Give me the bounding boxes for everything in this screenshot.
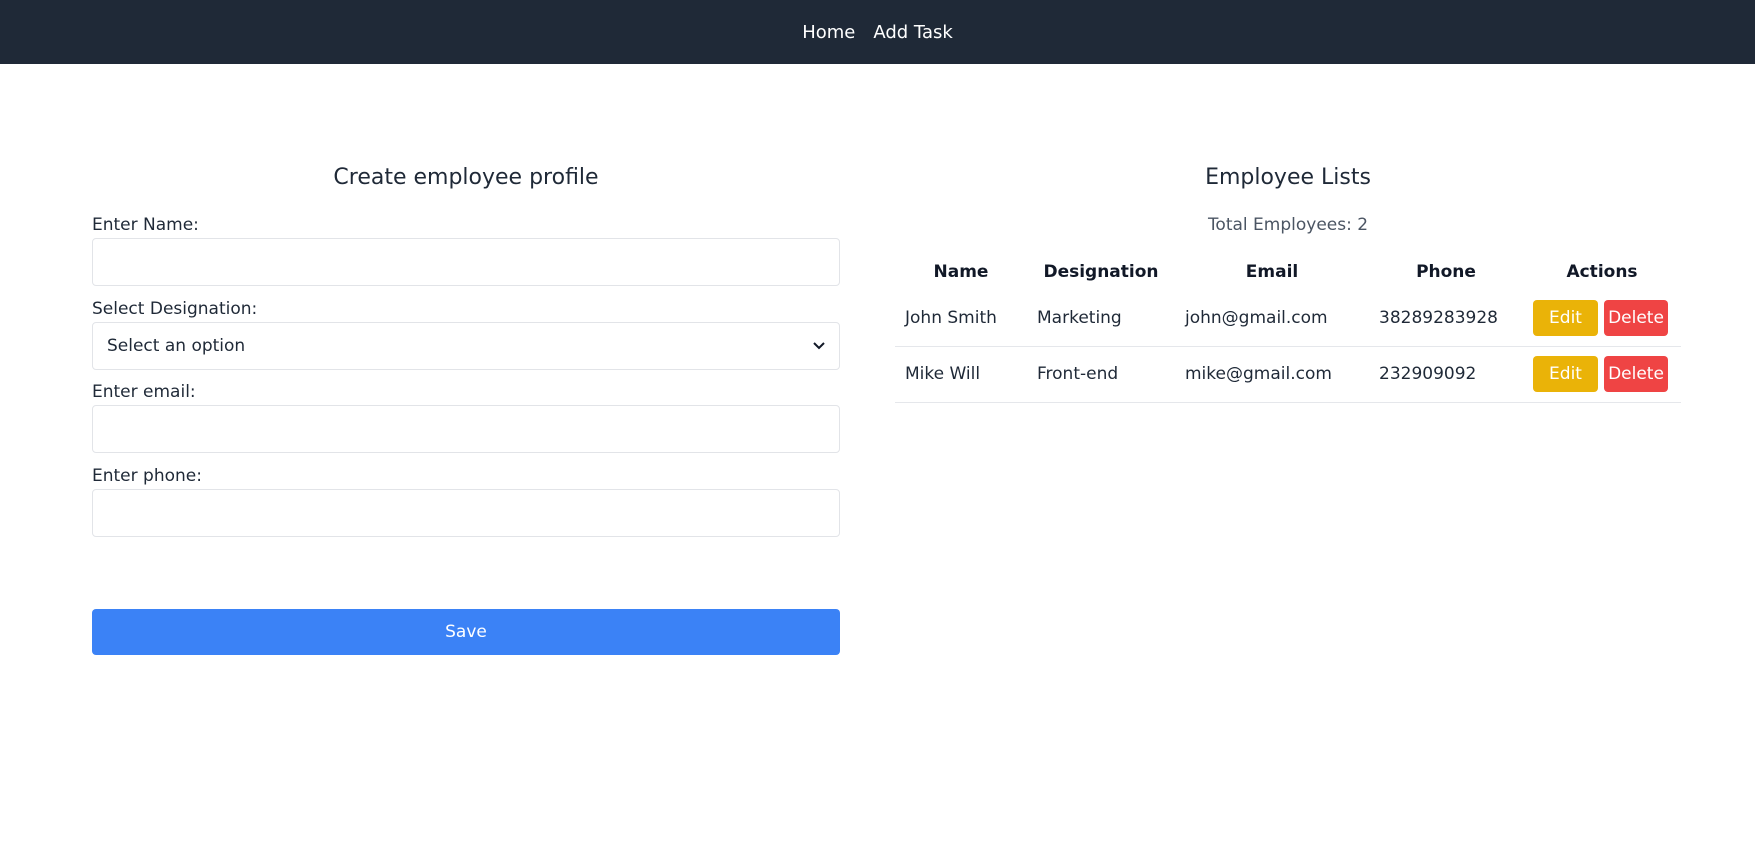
name-input[interactable] — [92, 238, 840, 286]
designation-select[interactable]: Select an option — [92, 322, 840, 370]
designation-selected-value: Select an option — [107, 336, 246, 356]
employee-list: Employee Lists Total Employees: 2 Name D… — [895, 160, 1681, 403]
form-title: Create employee profile — [333, 165, 599, 190]
designation-field-group: Select Designation: Select an option — [92, 298, 840, 370]
name-label: Enter Name: — [92, 215, 199, 235]
column-header-phone: Phone — [1416, 262, 1476, 282]
cell-phone: 38289283928 — [1369, 290, 1523, 347]
cell-designation: Front-end — [1027, 346, 1175, 403]
employee-table: Name Designation Email Phone Actions Joh… — [895, 254, 1681, 403]
nav-link-home[interactable]: Home — [802, 22, 855, 43]
cell-actions: Edit Delete — [1523, 346, 1681, 403]
phone-field-group: Enter phone: — [92, 465, 840, 537]
cell-actions: Edit Delete — [1523, 290, 1681, 347]
column-header-email: Email — [1245, 262, 1299, 282]
create-employee-form: Create employee profile Enter Name: Sele… — [92, 160, 840, 655]
email-field-group: Enter email: — [92, 381, 840, 453]
delete-button[interactable]: Delete — [1604, 356, 1668, 392]
phone-input[interactable] — [92, 489, 840, 537]
column-header-name: Name — [933, 262, 989, 282]
column-header-actions: Actions — [1566, 262, 1638, 282]
cell-email: mike@gmail.com — [1175, 346, 1369, 403]
edit-button[interactable]: Edit — [1533, 299, 1598, 336]
table-row: Mike Will Front-end mike@gmail.com 23290… — [895, 346, 1681, 403]
table-header-row: Name Designation Email Phone Actions — [895, 254, 1681, 290]
total-employees: Total Employees: 2 — [1207, 215, 1369, 235]
cell-email: john@gmail.com — [1175, 290, 1369, 347]
email-input[interactable] — [92, 405, 840, 453]
nav-link-add-task[interactable]: Add Task — [873, 22, 952, 43]
designation-label: Select Designation: — [92, 299, 258, 319]
cell-name: John Smith — [895, 290, 1027, 347]
cell-phone: 232909092 — [1369, 346, 1523, 403]
cell-designation: Marketing — [1027, 290, 1175, 347]
save-button[interactable]: Save — [92, 609, 840, 655]
list-title: Employee Lists — [1205, 165, 1371, 190]
phone-label: Enter phone: — [92, 466, 202, 486]
delete-button[interactable]: Delete — [1604, 299, 1668, 336]
chevron-down-icon — [813, 338, 825, 354]
table-row: John Smith Marketing john@gmail.com 3828… — [895, 290, 1681, 347]
email-label: Enter email: — [92, 382, 196, 402]
navbar: Home Add Task — [0, 0, 1755, 64]
cell-name: Mike Will — [895, 346, 1027, 403]
edit-button[interactable]: Edit — [1533, 356, 1598, 392]
name-field-group: Enter Name: — [92, 214, 840, 286]
column-header-designation: Designation — [1043, 262, 1159, 282]
